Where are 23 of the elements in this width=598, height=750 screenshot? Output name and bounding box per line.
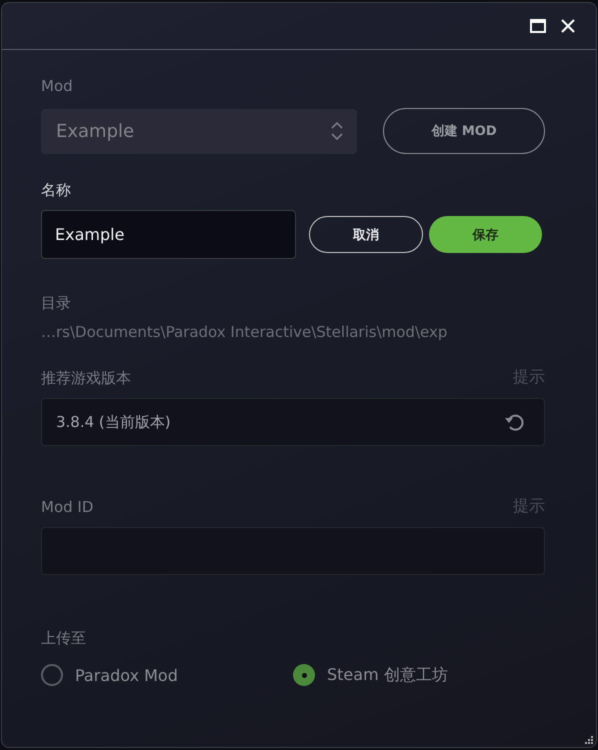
radio-button[interactable]	[293, 664, 315, 686]
mod-id-input[interactable]	[41, 527, 545, 575]
name-label: 名称	[41, 180, 72, 200]
upload-label: 上传至	[41, 628, 87, 648]
directory-label: 目录	[41, 293, 72, 313]
game-version-label: 推荐游戏版本	[41, 368, 131, 388]
upload-option[interactable]: Paradox Mod	[41, 664, 293, 686]
chevron-updown-icon	[331, 121, 343, 141]
mod-id-label: Mod ID	[41, 496, 94, 516]
directory-path: …rs\Documents\Paradox Interactive\Stellaris\mod\exp	[41, 323, 448, 341]
mod-label: Mod	[41, 76, 74, 96]
create-mod-button[interactable]: 创建 MOD	[383, 108, 545, 154]
game-version-field[interactable]: 3.8.4 (当前版本)	[41, 398, 545, 446]
save-button[interactable]: 保存	[429, 216, 542, 253]
radio-button[interactable]	[41, 664, 63, 686]
resize-grip-icon[interactable]	[584, 735, 594, 745]
name-input[interactable]: Example	[41, 210, 296, 259]
upload-option[interactable]: Steam 创意工坊	[293, 664, 545, 686]
refresh-icon[interactable]	[504, 412, 526, 432]
cancel-button[interactable]: 取消	[309, 216, 423, 253]
mod-select[interactable]: Example	[41, 108, 357, 154]
close-button[interactable]	[560, 18, 576, 34]
maximize-button[interactable]	[530, 19, 546, 33]
